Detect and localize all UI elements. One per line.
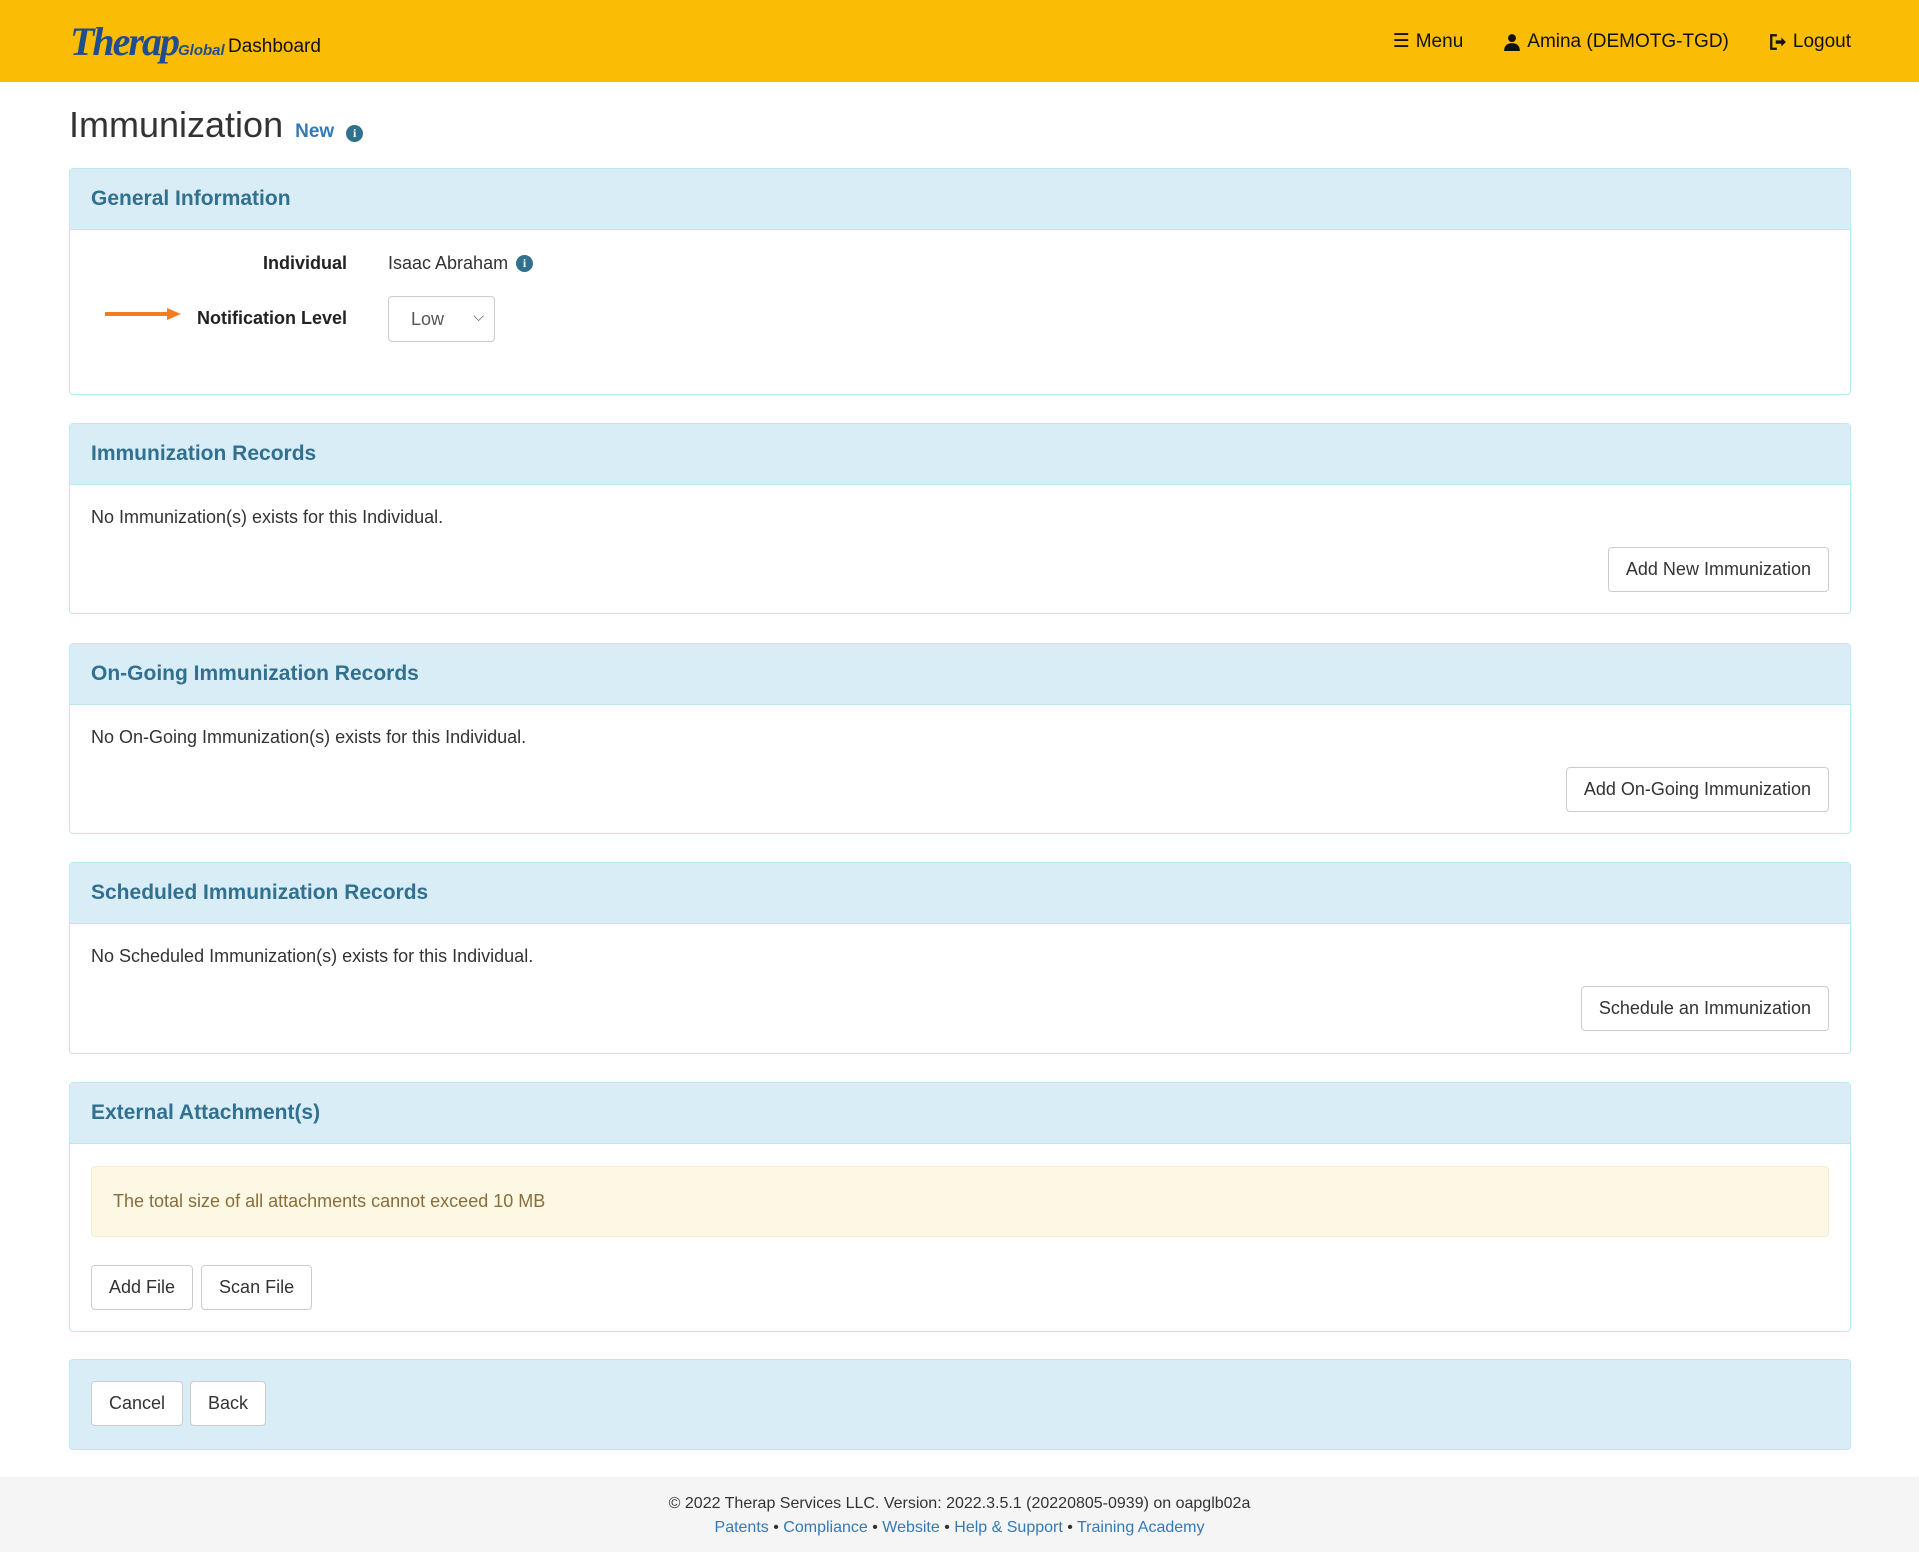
scan-file-button[interactable]: Scan File — [201, 1265, 313, 1310]
page-title: Immunization New i — [69, 104, 364, 146]
status-label: New — [295, 121, 335, 142]
general-information-panel: General Information Individual Isaac Abr… — [69, 168, 1851, 395]
compliance-link[interactable]: Compliance — [783, 1519, 867, 1536]
footer: © 2022 Therap Services LLC. Version: 202… — [0, 1477, 1919, 1552]
therap-logo[interactable]: TherapGlobal — [70, 18, 225, 65]
back-button[interactable]: Back — [190, 1381, 267, 1426]
panel-heading: Scheduled Immunization Records — [70, 863, 1850, 924]
logout-button[interactable]: Logout — [1769, 30, 1851, 53]
hamburger-icon: ☰ — [1392, 31, 1410, 52]
empty-message: No On-Going Immunization(s) exists for t… — [91, 727, 527, 747]
notification-level-select[interactable]: Low ⌵ — [388, 296, 495, 342]
immunization-records-panel: Immunization Records No Immunization(s) … — [69, 423, 1851, 614]
user-icon — [1504, 33, 1521, 51]
menu-button[interactable]: ☰ Menu — [1393, 30, 1464, 53]
individual-label: Individual — [262, 253, 347, 273]
panel-heading: External Attachment(s) — [70, 1083, 1850, 1144]
empty-message: No Scheduled Immunization(s) exists for … — [91, 946, 534, 966]
info-icon[interactable]: i — [346, 125, 364, 142]
add-file-button[interactable]: Add File — [91, 1265, 194, 1310]
notification-level-label: Notification Level — [196, 308, 347, 328]
add-new-immunization-button[interactable]: Add New Immunization — [1607, 547, 1829, 592]
add-ongoing-immunization-button[interactable]: Add On-Going Immunization — [1565, 767, 1829, 812]
scheduled-immunization-panel: Scheduled Immunization Records No Schedu… — [69, 862, 1851, 1054]
form-actions: Cancel Back — [69, 1359, 1851, 1450]
external-attachments-panel: External Attachment(s) The total size of… — [69, 1082, 1851, 1332]
individual-value: Isaac Abraham — [388, 253, 509, 273]
training-academy-link[interactable]: Training Academy — [1077, 1519, 1204, 1536]
website-link[interactable]: Website — [882, 1519, 940, 1536]
cancel-button[interactable]: Cancel — [91, 1381, 184, 1426]
empty-message: No Immunization(s) exists for this Indiv… — [91, 507, 444, 527]
panel-heading: On-Going Immunization Records — [70, 644, 1850, 705]
dashboard-link[interactable]: Dashboard — [228, 36, 321, 58]
chevron-down-icon: ⌵ — [473, 308, 484, 324]
help-support-link[interactable]: Help & Support — [954, 1519, 1063, 1536]
info-icon[interactable]: i — [516, 255, 534, 272]
copyright: © 2022 Therap Services LLC. Version: 202… — [668, 1495, 1251, 1512]
schedule-immunization-button[interactable]: Schedule an Immunization — [1580, 986, 1829, 1031]
panel-heading: General Information — [70, 169, 1850, 230]
top-navbar: TherapGlobal Dashboard ☰ Menu Amina (DEMO… — [0, 0, 1919, 82]
logout-icon — [1770, 33, 1786, 50]
patents-link[interactable]: Patents — [715, 1519, 769, 1536]
panel-heading: Immunization Records — [70, 424, 1850, 485]
attachment-size-warning: The total size of all attachments cannot… — [91, 1166, 1829, 1237]
user-menu[interactable]: Amina (DEMOTG-TGD) — [1503, 30, 1729, 53]
ongoing-immunization-panel: On-Going Immunization Records No On-Goin… — [69, 643, 1851, 834]
